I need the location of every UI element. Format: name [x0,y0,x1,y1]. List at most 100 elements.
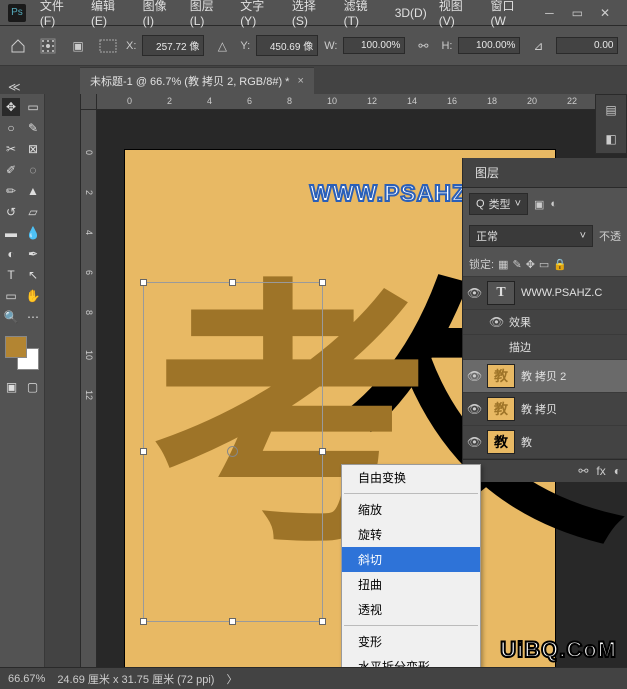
menu-image[interactable]: 图像(I) [137,0,184,32]
handle-top-left[interactable] [140,279,147,286]
layer-stroke-row[interactable]: 描边 [463,335,627,360]
mask-icon[interactable]: ◐ [614,464,621,478]
frame-tool[interactable]: ⊠ [24,140,42,158]
eyedropper-tool[interactable]: ✐ [2,161,20,179]
marquee-tool[interactable]: ▭ [24,98,42,116]
menu-select[interactable]: 选择(S) [286,0,338,32]
handle-top-right[interactable] [319,279,326,286]
home-icon[interactable] [6,34,30,58]
collapsed-tab-icon[interactable]: ◧ [605,132,616,146]
document-info[interactable]: 24.69 厘米 x 31.75 厘米 (72 ppi) [57,671,214,687]
fx-icon[interactable]: fx [596,464,605,478]
menu-window[interactable]: 窗口(W [484,0,535,32]
ctx-rotate[interactable]: 旋转 [342,522,480,547]
swap-xy-icon[interactable]: △ [210,34,234,58]
tab-arrow-icon[interactable]: ≪ [8,80,22,94]
h-field[interactable]: 100.00% [458,37,520,54]
eraser-tool[interactable]: ▱ [24,203,42,221]
path-select-tool[interactable]: ↖ [24,266,42,284]
document-tab[interactable]: 未标题-1 @ 66.7% (教 拷贝 2, RGB/8#) * × [80,67,314,94]
screen-mode-icon[interactable]: ▢ [24,378,42,396]
lock-artboard-icon[interactable]: ▭ [539,258,549,271]
link-icon[interactable]: ⚯ [411,34,435,58]
visibility-icon[interactable]: 👁 [489,315,503,329]
ctx-free-transform[interactable]: 自由变换 [342,465,480,490]
visibility-icon[interactable]: 👁 [467,402,481,416]
menu-3d[interactable]: 3D(D) [389,2,433,24]
color-swatches[interactable] [5,336,39,370]
restore-button[interactable]: ▭ [563,3,591,23]
handle-mid-right[interactable] [319,448,326,455]
zoom-level[interactable]: 66.67% [8,673,45,685]
ruler-horizontal[interactable]: 0 2 4 6 8 10 12 14 16 18 20 22 24 [97,94,627,110]
menu-filter[interactable]: 滤镜(T) [338,0,389,32]
rotate-icon[interactable]: ⊿ [526,34,550,58]
stamp-tool[interactable]: ▲ [24,182,42,200]
zoom-tool[interactable]: 🔍 [2,308,20,326]
tab-close-icon[interactable]: × [297,75,303,87]
lock-paint-icon[interactable]: ✎ [512,258,521,271]
rotation-field[interactable]: 0.00 [556,37,618,54]
handle-bottom-left[interactable] [140,618,147,625]
layer-row[interactable]: 👁 教 教 拷贝 [463,393,627,426]
ctx-warp[interactable]: 变形 [342,629,480,654]
blur-tool[interactable]: 💧 [24,224,42,242]
layer-effect-row[interactable]: 👁 效果 [463,310,627,335]
lock-move-icon[interactable]: ✥ [526,258,535,271]
collapsed-panel-tabs[interactable]: ▤ ◧ [595,94,627,154]
y-field[interactable]: 450.69 像 [256,35,318,56]
ruler-vertical[interactable]: 0 2 4 6 8 10 12 [81,110,97,667]
close-button[interactable]: ✕ [591,3,619,23]
pen-tool[interactable]: ✒ [24,245,42,263]
lock-all-icon[interactable]: 🔒 [553,258,567,271]
type-tool[interactable]: T [2,266,20,284]
layer-row[interactable]: 👁 教 教 拷贝 2 [463,360,627,393]
dodge-tool[interactable]: ◐ [2,245,20,263]
ctx-skew[interactable]: 斜切 [342,547,480,572]
ctx-split-horizontal[interactable]: 水平拆分变形 [342,654,480,667]
link-layers-icon[interactable]: ⚯ [578,464,588,478]
handle-bottom-right[interactable] [319,618,326,625]
blend-mode-select[interactable]: 正常˅ [469,225,593,247]
quick-select-tool[interactable]: ✎ [24,119,42,137]
layer-filter-select[interactable]: Q 类型 ˅ [469,193,528,215]
menu-layer[interactable]: 图层(L) [184,0,234,32]
handle-bottom-center[interactable] [229,618,236,625]
handle-center[interactable] [227,446,238,457]
layer-row[interactable]: 👁 T WWW.PSAHZ.C [463,277,627,310]
handle-top-center[interactable] [229,279,236,286]
filter-adjust-icon[interactable]: ◐ [550,198,557,210]
ctx-distort[interactable]: 扭曲 [342,572,480,597]
menu-type[interactable]: 文字(Y) [234,0,286,32]
wh-icon[interactable] [96,34,120,58]
x-field[interactable]: 257.72 像 [142,35,204,56]
relative-icon[interactable]: ▣ [66,34,90,58]
visibility-icon[interactable]: 👁 [467,369,481,383]
shape-tool[interactable]: ▭ [2,287,20,305]
reference-point-icon[interactable] [36,34,60,58]
w-field[interactable]: 100.00% [343,37,405,54]
foreground-color-swatch[interactable] [5,336,27,358]
filter-image-icon[interactable]: ▣ [534,198,544,211]
brush-tool[interactable]: ✏ [2,182,20,200]
minimize-button[interactable]: ─ [536,3,564,23]
menu-edit[interactable]: 编辑(E) [85,0,137,32]
visibility-icon[interactable]: 👁 [467,286,481,300]
spot-heal-tool[interactable]: ◌ [24,161,42,179]
menu-file[interactable]: 文件(F) [34,0,85,32]
ctx-perspective[interactable]: 透视 [342,597,480,622]
info-chevron-icon[interactable]: 〉 [226,671,237,687]
menu-view[interactable]: 视图(V) [433,0,485,32]
edit-toolbar[interactable]: ⋯ [24,308,42,326]
transform-bounding-box[interactable] [143,282,323,622]
hand-tool[interactable]: ✋ [24,287,42,305]
history-brush-tool[interactable]: ↺ [2,203,20,221]
layer-row[interactable]: 👁 教 教 [463,426,627,459]
lock-pixels-icon[interactable]: ▦ [498,258,508,271]
collapsed-tab-icon[interactable]: ▤ [605,103,616,117]
layers-panel-tab[interactable]: 图层 [463,158,627,188]
handle-mid-left[interactable] [140,448,147,455]
visibility-icon[interactable]: 👁 [467,435,481,449]
gradient-tool[interactable]: ▬ [2,224,20,242]
ctx-scale[interactable]: 缩放 [342,497,480,522]
